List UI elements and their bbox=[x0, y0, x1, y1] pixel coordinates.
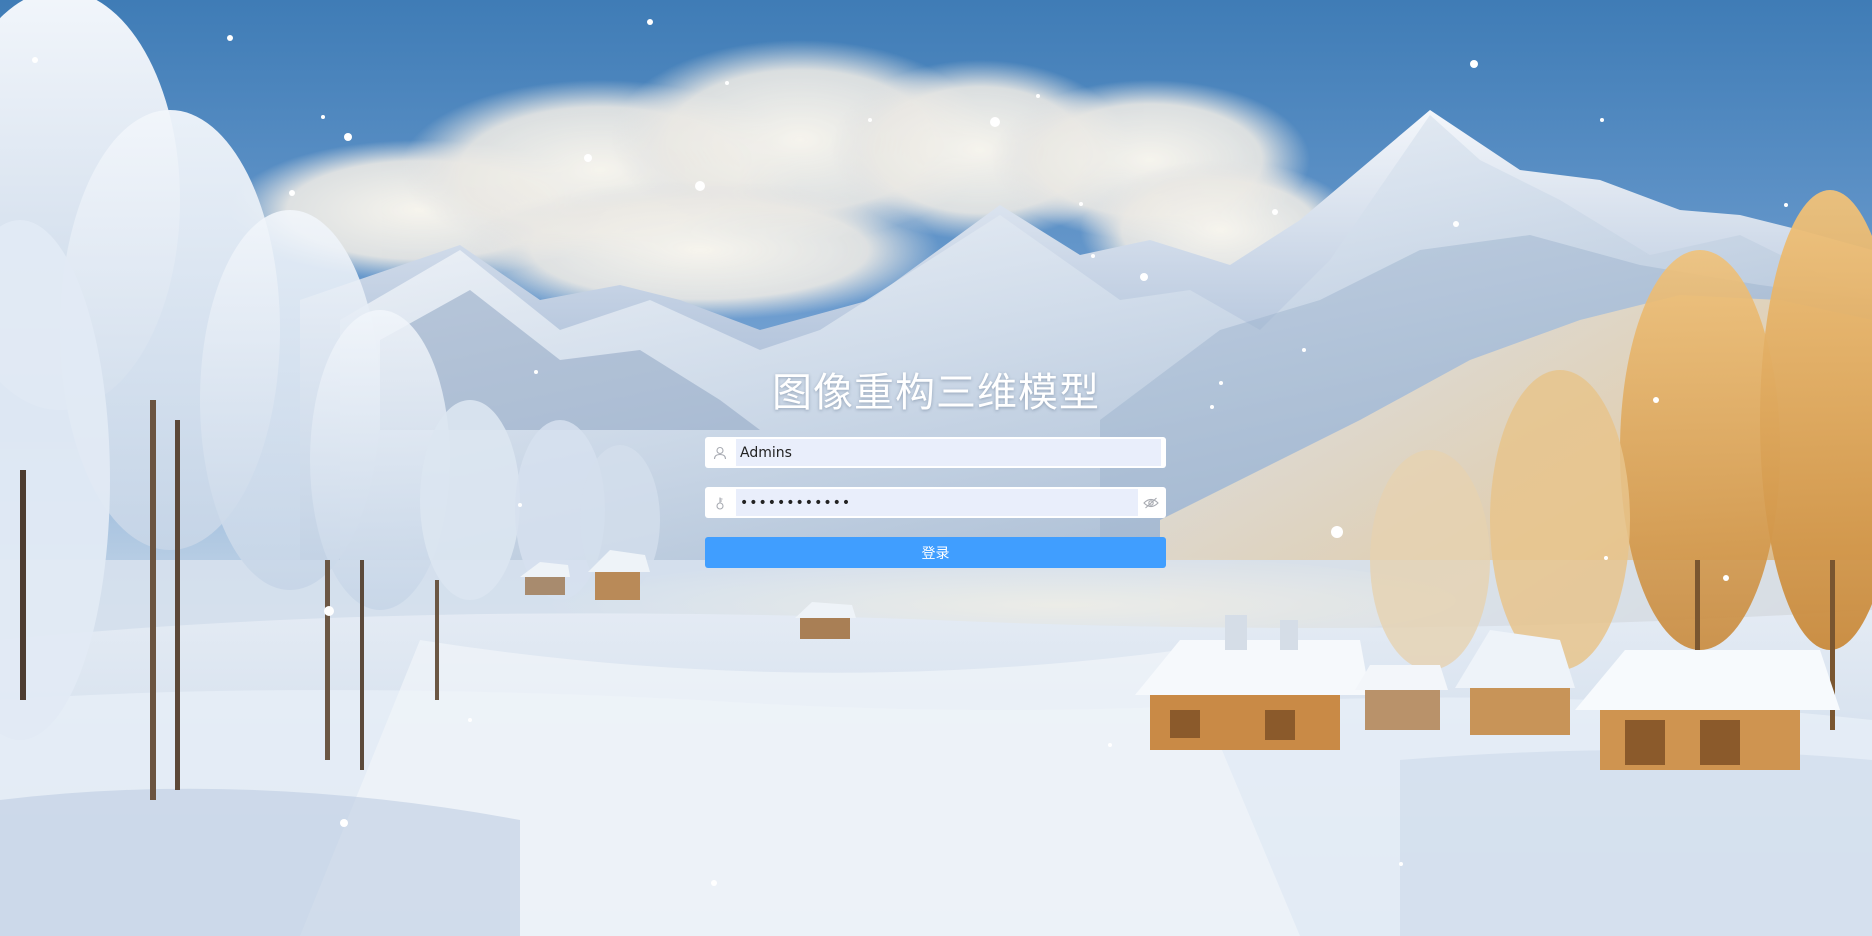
password-input[interactable] bbox=[736, 489, 1138, 516]
username-input[interactable] bbox=[736, 439, 1161, 466]
user-icon bbox=[705, 437, 735, 468]
winter-landscape-image bbox=[0, 0, 1872, 936]
background-scene bbox=[0, 0, 1872, 936]
page-title: 图像重构三维模型 bbox=[772, 370, 1100, 416]
eye-hidden-icon[interactable] bbox=[1136, 487, 1166, 518]
lock-icon bbox=[705, 487, 735, 518]
password-field bbox=[705, 487, 1166, 518]
username-field bbox=[705, 437, 1166, 468]
login-button[interactable]: 登录 bbox=[705, 537, 1166, 568]
